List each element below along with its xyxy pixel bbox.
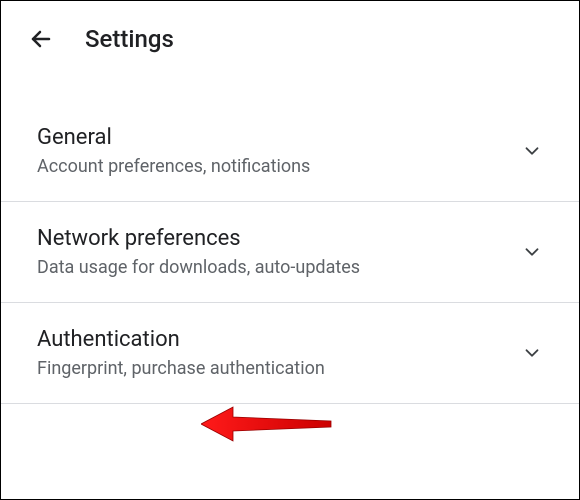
settings-list: General Account preferences, notificatio… [1, 71, 579, 404]
item-title: General [37, 125, 521, 150]
chevron-down-icon [521, 241, 543, 263]
chevron-down-icon [521, 342, 543, 364]
settings-item-network[interactable]: Network preferences Data usage for downl… [1, 202, 579, 303]
back-arrow-icon [29, 27, 53, 51]
page-title: Settings [85, 25, 174, 53]
item-text: Network preferences Data usage for downl… [37, 226, 521, 278]
item-text: Authentication Fingerprint, purchase aut… [37, 327, 521, 379]
item-subtitle: Fingerprint, purchase authentication [37, 358, 521, 379]
item-text: General Account preferences, notificatio… [37, 125, 521, 177]
item-title: Network preferences [37, 226, 521, 251]
back-button[interactable] [21, 19, 61, 59]
app-header: Settings [1, 1, 579, 71]
chevron-down-icon [521, 140, 543, 162]
settings-item-authentication[interactable]: Authentication Fingerprint, purchase aut… [1, 303, 579, 404]
item-subtitle: Account preferences, notifications [37, 156, 521, 177]
settings-item-general[interactable]: General Account preferences, notificatio… [1, 101, 579, 202]
item-subtitle: Data usage for downloads, auto-updates [37, 257, 521, 278]
item-title: Authentication [37, 327, 521, 352]
annotation-arrow [201, 399, 341, 453]
